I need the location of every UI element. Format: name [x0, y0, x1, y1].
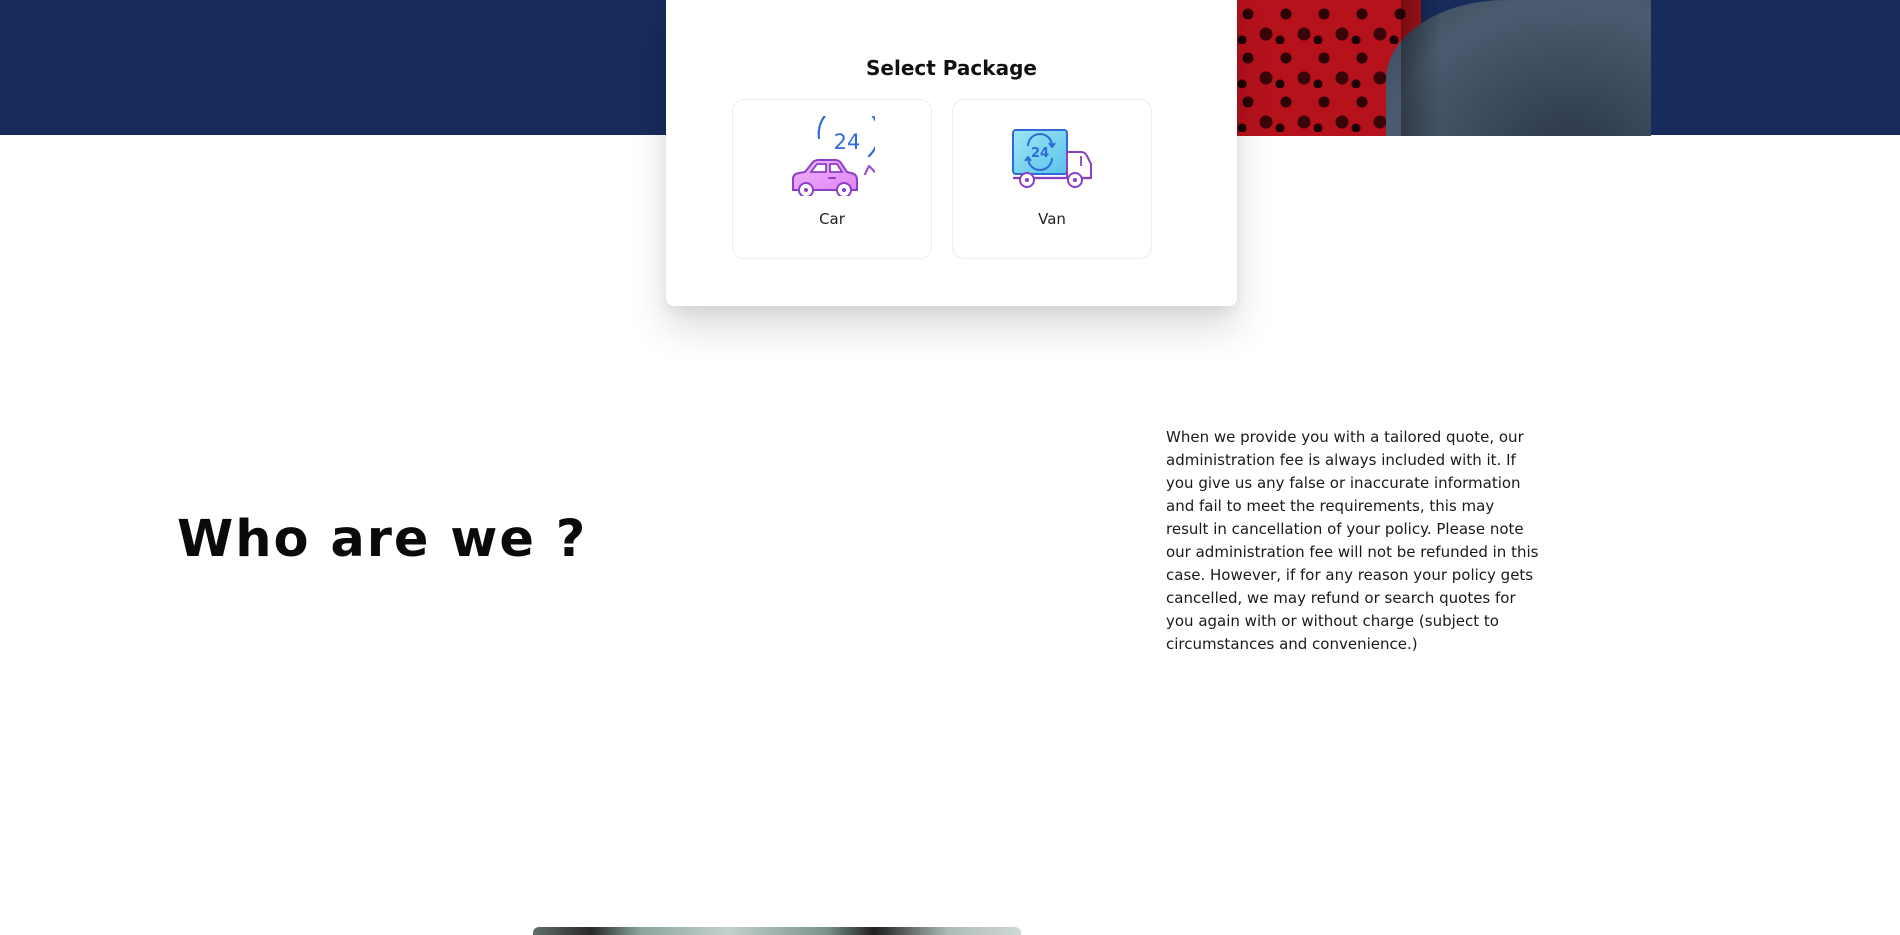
svg-text:24: 24 [1031, 146, 1049, 161]
section-image [533, 927, 1021, 935]
car-24-icon: 24 [792, 116, 875, 196]
van-24-icon: 24 [1012, 129, 1092, 188]
package-option-car-label: Car [819, 210, 845, 228]
hero-image [1236, 0, 1651, 136]
package-selector-card: Select Package 24 Car 24 Van [666, 0, 1237, 306]
svg-text:24: 24 [834, 130, 861, 154]
package-option-car[interactable]: 24 Car [732, 99, 932, 259]
hero-image-shade [1401, 0, 1441, 136]
package-selector-title: Select Package [866, 56, 1037, 80]
about-paragraph: When we provide you with a tailored quot… [1166, 428, 1539, 653]
package-option-van-label: Van [1038, 210, 1066, 228]
package-option-van[interactable]: 24 Van [952, 99, 1152, 259]
about-heading: Who are we ? [177, 510, 588, 569]
